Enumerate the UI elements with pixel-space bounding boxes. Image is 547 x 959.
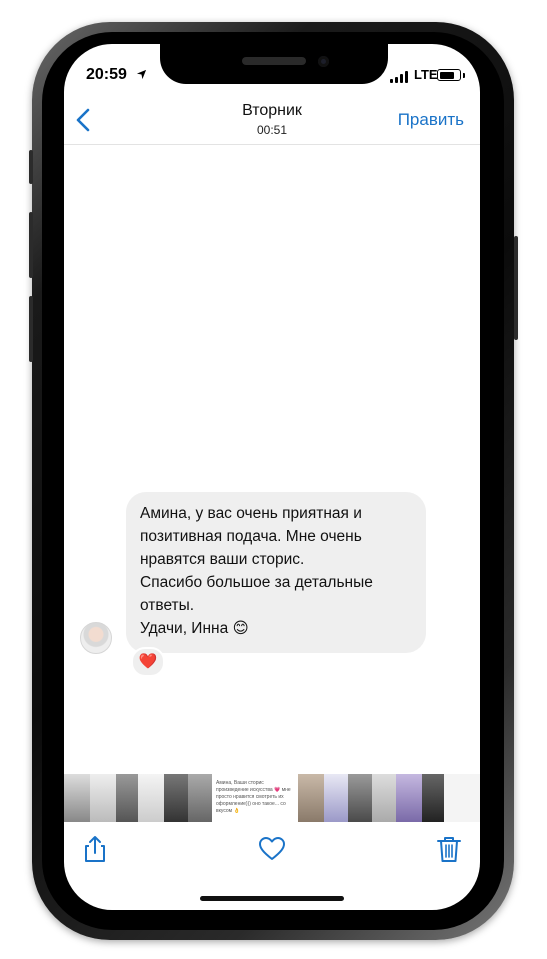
speaker — [242, 57, 306, 65]
thumbnail[interactable] — [64, 774, 90, 822]
thumbnail[interactable] — [372, 774, 396, 822]
battery-icon — [437, 69, 461, 81]
screen: 20:59 LTE Вторник 00:51 Править Амина, у… — [64, 44, 480, 910]
thumbnail[interactable] — [422, 774, 444, 822]
power-button — [514, 236, 518, 340]
message-line: ответы. — [140, 597, 195, 614]
heart-icon[interactable] — [257, 834, 287, 864]
volume-down-button — [29, 296, 33, 362]
trash-icon[interactable] — [434, 834, 464, 864]
message-bubble[interactable]: Амина, у вас очень приятная и позитивная… — [126, 492, 426, 653]
thumbnail-message[interactable]: Амина, Ваши сторис произведение искусств… — [212, 774, 298, 822]
battery-cap — [463, 73, 465, 78]
message-area: Амина, у вас очень приятная и позитивная… — [64, 144, 480, 774]
thumbnail[interactable] — [138, 774, 164, 822]
avatar[interactable] — [80, 622, 112, 654]
message-line: позитивная подача. Мне очень — [140, 528, 362, 545]
location-arrow-icon — [136, 69, 147, 80]
edit-button[interactable]: Править — [398, 110, 464, 130]
mute-switch — [29, 150, 33, 184]
thumbnail[interactable] — [90, 774, 116, 822]
home-indicator[interactable] — [200, 896, 344, 901]
toolbar — [64, 824, 480, 874]
thumbnail-strip[interactable]: Амина, Ваши сторис произведение искусств… — [64, 774, 480, 822]
message-line: нравятся ваши сторис. — [140, 551, 305, 568]
share-icon[interactable] — [80, 834, 110, 864]
message-line: Амина, у вас очень приятная и — [140, 505, 362, 522]
front-camera — [318, 56, 329, 67]
message-line: Удачи, Инна 😊 — [140, 620, 249, 637]
thumbnail[interactable] — [164, 774, 188, 822]
volume-up-button — [29, 212, 33, 278]
heart-reaction[interactable]: ❤️ — [131, 647, 165, 677]
thumbnail[interactable] — [116, 774, 138, 822]
signal-icon — [390, 71, 410, 83]
thumbnail[interactable] — [188, 774, 212, 822]
notch — [160, 44, 388, 84]
thumbnail[interactable] — [396, 774, 422, 822]
thumbnail[interactable] — [298, 774, 324, 822]
message-line: Спасибо большое за детальные — [140, 574, 373, 591]
network-type: LTE — [414, 67, 438, 82]
thumbnail[interactable] — [348, 774, 372, 822]
navigation-bar: Вторник 00:51 Править — [64, 98, 480, 145]
status-time: 20:59 — [86, 66, 127, 83]
thumbnail[interactable] — [324, 774, 348, 822]
